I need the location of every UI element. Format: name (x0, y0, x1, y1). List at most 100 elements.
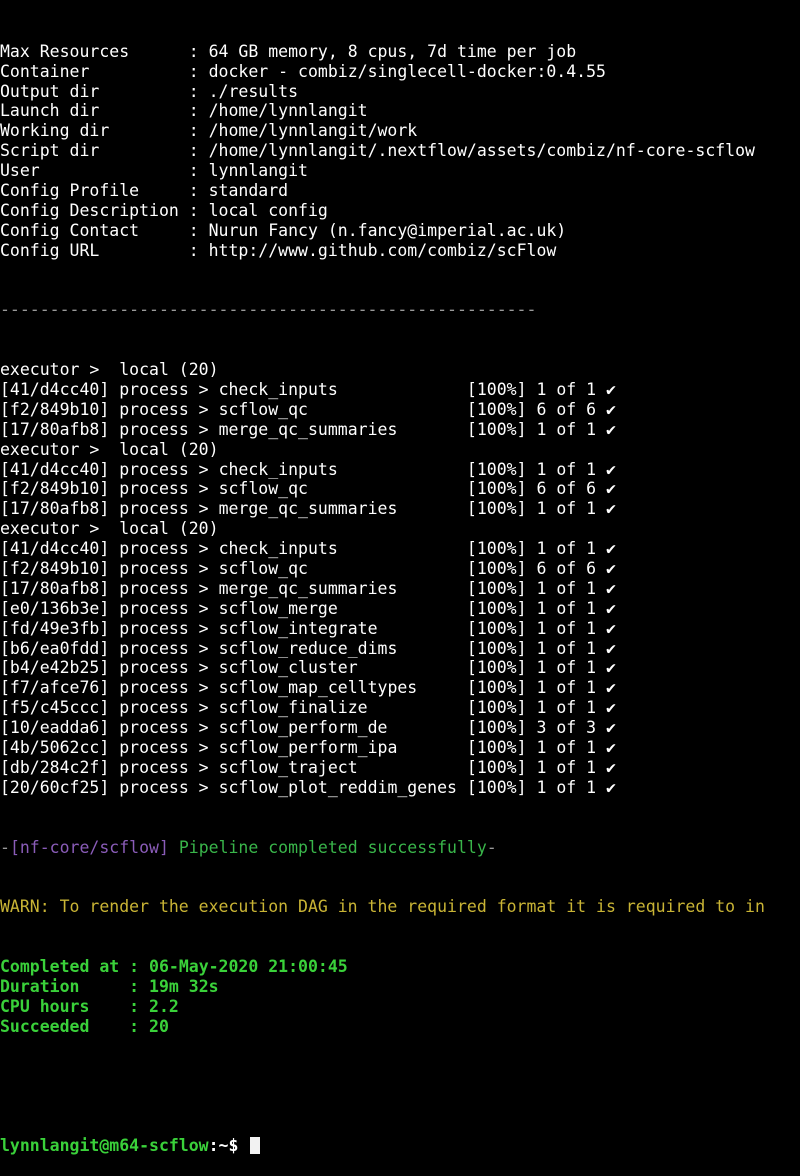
process-row: [41/d4cc40] process > check_inputs [100%… (0, 380, 616, 400)
config-key: Config Contact (0, 220, 179, 240)
process-status: [100%] 6 of 6 (466, 399, 597, 419)
check-icon: ✔ (606, 559, 616, 579)
process-name: check_inputs (218, 380, 338, 400)
process-name: scflow_merge (218, 598, 338, 618)
process-status: [100%] 1 of 1 (466, 678, 597, 698)
terminal-output[interactable]: Max Resources : 64 GB memory, 8 cpus, 7d… (0, 2, 800, 1176)
process-hash: [17/80afb8] (0, 578, 110, 598)
summary-line: CPU hours : 2.2 (0, 997, 800, 1017)
config-value: lynnlangit (208, 161, 308, 181)
process-name: scflow_qc (218, 479, 308, 499)
process-name: scflow_perform_de (218, 718, 388, 738)
summary-value: : 19m 32s (129, 976, 219, 996)
executor-line: executor > local (20) (0, 439, 219, 459)
process-name: scflow_integrate (218, 618, 378, 638)
warn-line: WARN: To render the execution DAG in the… (0, 897, 765, 917)
config-line: Config Contact : Nurun Fancy (n.fancy@im… (0, 220, 567, 240)
process-status: [100%] 1 of 1 (466, 539, 597, 559)
process-hash: [f7/afce76] (0, 678, 110, 698)
config-key: Config URL (0, 240, 179, 260)
config-line: User : lynnlangit (0, 161, 308, 181)
config-key: Config Profile (0, 181, 179, 201)
config-key: Output dir (0, 81, 179, 101)
process-row: [17/80afb8] process > merge_qc_summaries… (0, 578, 616, 598)
process-hash: [f2/849b10] (0, 559, 110, 579)
process-status: [100%] 1 of 1 (466, 419, 597, 439)
process-status: [100%] 1 of 1 (466, 499, 597, 519)
process-name: scflow_reduce_dims (218, 638, 398, 658)
process-name: scflow_traject (218, 757, 358, 777)
process-row: [b6/ea0fdd] process > scflow_reduce_dims… (0, 638, 616, 658)
check-icon: ✔ (606, 399, 616, 419)
process-name: check_inputs (218, 539, 338, 559)
process-row: [10/eadda6] process > scflow_perform_de … (0, 718, 616, 738)
process-status: [100%] 6 of 6 (466, 559, 597, 579)
process-row: [db/284c2f] process > scflow_traject [10… (0, 757, 616, 777)
config-value: standard (208, 181, 289, 201)
process-hash: [17/80afb8] (0, 499, 110, 519)
summary-label: Duration (0, 976, 120, 996)
check-icon: ✔ (606, 459, 616, 479)
process-status: [100%] 3 of 3 (466, 718, 597, 738)
process-name: scflow_qc (218, 399, 308, 419)
config-value: 64 GB memory, 8 cpus, 7d time per job (208, 41, 577, 61)
config-key: Container (0, 61, 179, 81)
pipeline-message: Pipeline completed successfully (178, 837, 487, 857)
check-icon: ✔ (606, 578, 616, 598)
config-line: Output dir : ./results (0, 81, 299, 101)
process-hash: [b6/ea0fdd] (0, 638, 110, 658)
check-icon: ✔ (606, 658, 616, 678)
check-icon: ✔ (606, 757, 616, 777)
check-icon: ✔ (606, 777, 616, 797)
process-status: [100%] 1 of 1 (466, 578, 597, 598)
process-name: scflow_map_celltypes (218, 678, 418, 698)
process-status: [100%] 1 of 1 (466, 618, 597, 638)
process-status: [100%] 1 of 1 (466, 777, 597, 797)
config-key: Launch dir (0, 101, 179, 121)
check-icon: ✔ (606, 598, 616, 618)
config-key: Config Description (0, 200, 179, 220)
check-icon: ✔ (606, 499, 616, 519)
process-row: [17/80afb8] process > merge_qc_summaries… (0, 499, 616, 519)
config-key: Max Resources (0, 41, 179, 61)
process-name: scflow_plot_reddim_genes (218, 777, 457, 797)
config-line: Working dir : /home/lynnlangit/work (0, 121, 418, 141)
process-hash: [41/d4cc40] (0, 539, 110, 559)
summary-value: : 06-May-2020 21:00:45 (129, 956, 348, 976)
config-value: /home/lynnlangit (208, 101, 368, 121)
config-line: Container : docker - combiz/singlecell-d… (0, 61, 606, 81)
pipeline-status-line: -[nf-core/scflow] Pipeline completed suc… (0, 838, 800, 858)
summary-line: Succeeded : 20 (0, 1017, 800, 1037)
config-line: Config Profile : standard (0, 181, 289, 201)
process-row: [b4/e42b25] process > scflow_cluster [10… (0, 658, 616, 678)
config-value: http://www.github.com/combiz/scFlow (208, 240, 557, 260)
process-hash: [4b/5062cc] (0, 738, 110, 758)
process-row: [f5/c45ccc] process > scflow_finalize [1… (0, 698, 616, 718)
config-value: /home/lynnlangit/work (208, 121, 418, 141)
process-hash: [e0/136b3e] (0, 598, 110, 618)
process-row: [17/80afb8] process > merge_qc_summaries… (0, 419, 616, 439)
check-icon: ✔ (606, 539, 616, 559)
config-value: ./results (208, 81, 299, 101)
process-status: [100%] 1 of 1 (466, 598, 597, 618)
config-line: Launch dir : /home/lynnlangit (0, 101, 368, 121)
process-hash: [f2/849b10] (0, 479, 110, 499)
process-log: executor > local (20) [41/d4cc40] process… (0, 360, 800, 798)
process-status: [100%] 1 of 1 (466, 738, 597, 758)
process-hash: [db/284c2f] (0, 757, 110, 777)
process-name: scflow_perform_ipa (218, 738, 398, 758)
shell-prompt[interactable]: lynnlangit@m64-scflow:~$ (0, 1136, 800, 1156)
process-row: [41/d4cc40] process > check_inputs [100%… (0, 459, 616, 479)
check-icon: ✔ (606, 479, 616, 499)
process-name: merge_qc_summaries (218, 419, 398, 439)
process-name: merge_qc_summaries (218, 499, 398, 519)
process-row: [f2/849b10] process > scflow_qc [100%] 6… (0, 399, 616, 419)
process-hash: [41/d4cc40] (0, 459, 110, 479)
config-value: local config (208, 200, 328, 220)
process-hash: [fd/49e3fb] (0, 618, 110, 638)
process-row: [4b/5062cc] process > scflow_perform_ipa… (0, 738, 616, 758)
summary-label: Completed at (0, 956, 120, 976)
process-status: [100%] 1 of 1 (466, 658, 597, 678)
process-hash: [f5/c45ccc] (0, 698, 110, 718)
